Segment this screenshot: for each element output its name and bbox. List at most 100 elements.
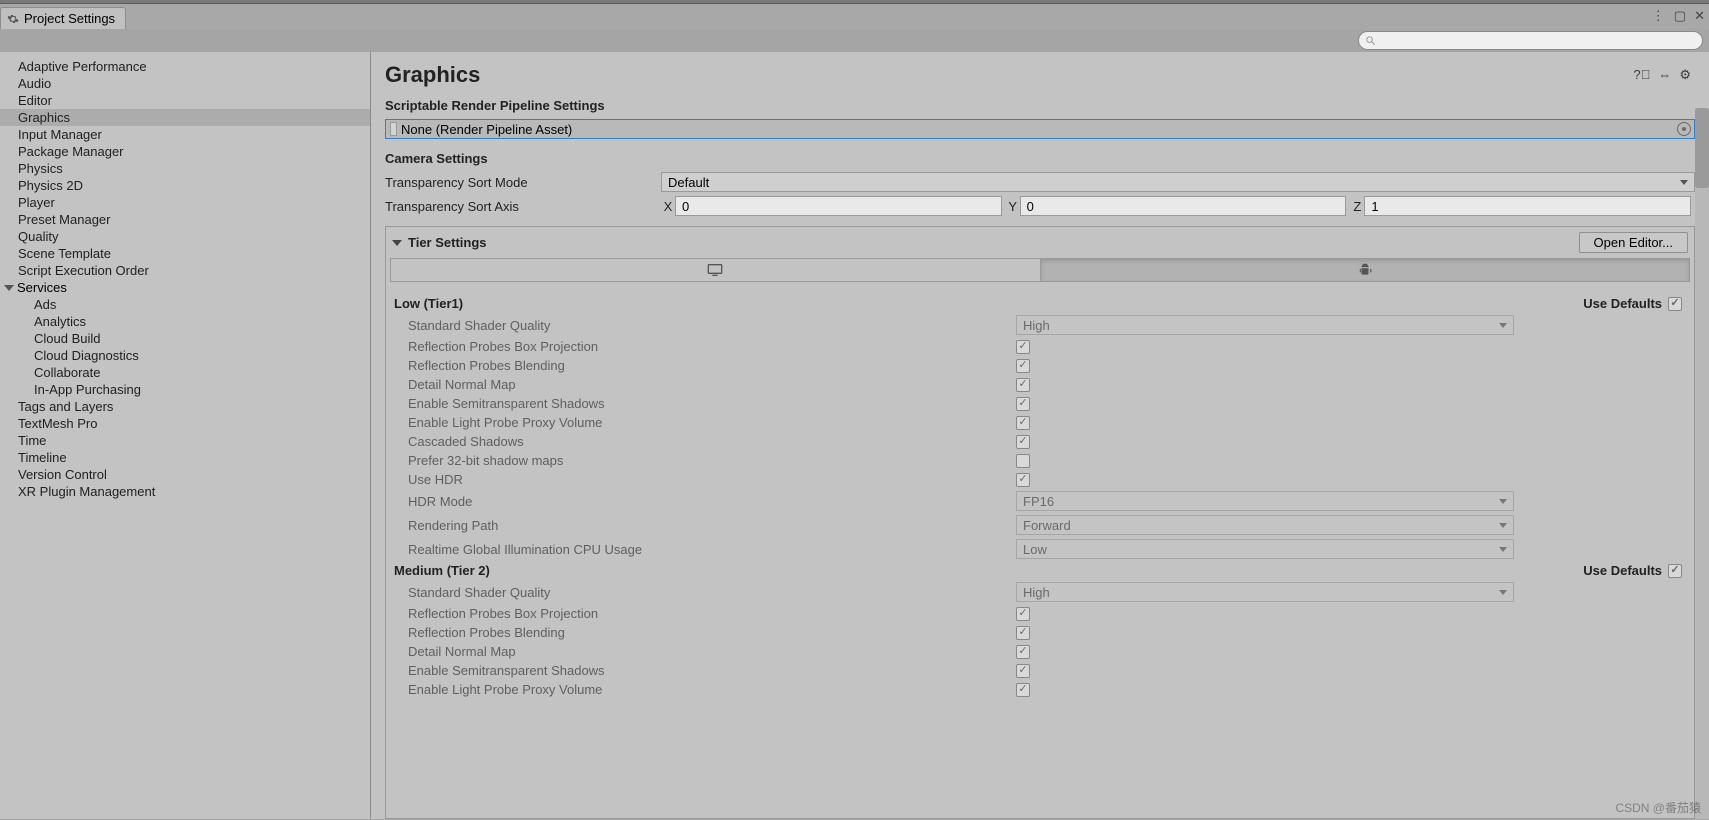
sidebar-item-textmesh-pro[interactable]: TextMesh Pro (0, 415, 370, 432)
sidebar-item-cloud-diagnostics[interactable]: Cloud Diagnostics (0, 347, 370, 364)
tier-tab-android[interactable] (1041, 258, 1691, 282)
tab-bar: Project Settings ⋮ ▢ ✕ (0, 4, 1709, 29)
tier-prop-checkbox[interactable] (1016, 473, 1030, 487)
chevron-down-icon (1499, 547, 1507, 552)
sidebar-item-player[interactable]: Player (0, 194, 370, 211)
search-row (0, 29, 1709, 52)
tier-prop-checkbox[interactable] (1016, 454, 1030, 468)
sidebar-item-ads[interactable]: Ads (0, 296, 370, 313)
tier-prop-row: Realtime Global Illumination CPU UsageLo… (386, 537, 1694, 561)
sidebar-item-collaborate[interactable]: Collaborate (0, 364, 370, 381)
tier-prop-checkbox[interactable] (1016, 378, 1030, 392)
tier-prop-dropdown[interactable]: Low (1016, 539, 1514, 559)
tier-prop-label: Reflection Probes Blending (408, 625, 1016, 640)
transparency-sort-mode-label: Transparency Sort Mode (385, 175, 661, 190)
page-title: Graphics (385, 62, 480, 88)
sidebar-item-in-app-purchasing[interactable]: In-App Purchasing (0, 381, 370, 398)
collapse-icon[interactable]: ⇔ (1658, 67, 1671, 83)
sidebar-item-package-manager[interactable]: Package Manager (0, 143, 370, 160)
help-icon[interactable]: ?⃝ (1633, 67, 1650, 83)
chevron-down-icon (1499, 323, 1507, 328)
tier-prop-checkbox[interactable] (1016, 626, 1030, 640)
tier-prop-label: Reflection Probes Box Projection (408, 339, 1016, 354)
tier-prop-row: Prefer 32-bit shadow maps (386, 451, 1694, 470)
tier-prop-dropdown[interactable]: Forward (1016, 515, 1514, 535)
object-picker-icon[interactable] (1677, 122, 1691, 136)
tier-prop-label: Enable Light Probe Proxy Volume (408, 415, 1016, 430)
scrollbar-thumb[interactable] (1695, 108, 1709, 188)
sidebar-item-graphics[interactable]: Graphics (0, 109, 370, 126)
sidebar-item-cloud-build[interactable]: Cloud Build (0, 330, 370, 347)
tier-prop-checkbox[interactable] (1016, 340, 1030, 354)
sidebar-item-script-execution-order[interactable]: Script Execution Order (0, 262, 370, 279)
use-defaults-checkbox[interactable] (1668, 564, 1682, 578)
sidebar-item-time[interactable]: Time (0, 432, 370, 449)
tier-tab-desktop[interactable] (390, 258, 1041, 282)
sidebar-item-preset-manager[interactable]: Preset Manager (0, 211, 370, 228)
tier-prop-checkbox[interactable] (1016, 416, 1030, 430)
tier-prop-checkbox[interactable] (1016, 607, 1030, 621)
tab-project-settings[interactable]: Project Settings (0, 7, 126, 29)
tier-prop-checkbox[interactable] (1016, 359, 1030, 373)
tier-prop-row: Cascaded Shadows (386, 432, 1694, 451)
tier-prop-label: Realtime Global Illumination CPU Usage (408, 542, 1016, 557)
srp-heading: Scriptable Render Pipeline Settings (371, 94, 1709, 117)
close-icon[interactable]: ✕ (1694, 8, 1705, 24)
sidebar-item-version-control[interactable]: Version Control (0, 466, 370, 483)
tier-prop-checkbox[interactable] (1016, 645, 1030, 659)
use-defaults-label: Use Defaults (1583, 296, 1662, 311)
tier-prop-row: Rendering PathForward (386, 513, 1694, 537)
tier-prop-label: Detail Normal Map (408, 644, 1016, 659)
watermark-text: CSDN @番茄猿 (1615, 799, 1701, 816)
foldout-icon[interactable] (392, 240, 402, 246)
sidebar-item-analytics[interactable]: Analytics (0, 313, 370, 330)
tier-prop-checkbox[interactable] (1016, 664, 1030, 678)
tier-prop-checkbox[interactable] (1016, 435, 1030, 449)
use-defaults-checkbox[interactable] (1668, 297, 1682, 311)
sidebar-item-physics[interactable]: Physics (0, 160, 370, 177)
axis-z-input[interactable]: 1 (1364, 196, 1691, 216)
axis-z-label: Z (1350, 199, 1364, 214)
sidebar-item-timeline[interactable]: Timeline (0, 449, 370, 466)
srp-asset-value: None (Render Pipeline Asset) (401, 122, 572, 137)
tier-prop-dropdown[interactable]: FP16 (1016, 491, 1514, 511)
tier-prop-label: Enable Semitransparent Shadows (408, 396, 1016, 411)
android-icon (1358, 263, 1372, 277)
sidebar-item-audio[interactable]: Audio (0, 75, 370, 92)
tier-prop-label: HDR Mode (408, 494, 1016, 509)
object-marker-icon (390, 122, 397, 136)
vertical-scrollbar[interactable] (1695, 108, 1709, 819)
tier-header: Low (Tier1)Use Defaults (386, 294, 1694, 313)
sidebar-item-editor[interactable]: Editor (0, 92, 370, 109)
axis-y-label: Y (1006, 199, 1020, 214)
tier-prop-dropdown[interactable]: High (1016, 582, 1514, 602)
chevron-down-icon (4, 285, 14, 291)
tier-prop-checkbox[interactable] (1016, 683, 1030, 697)
tier-prop-row: Enable Semitransparent Shadows (386, 661, 1694, 680)
sidebar-item-input-manager[interactable]: Input Manager (0, 126, 370, 143)
tier-prop-row: Enable Semitransparent Shadows (386, 394, 1694, 413)
sidebar-item-adaptive-performance[interactable]: Adaptive Performance (0, 58, 370, 75)
sidebar-group-services[interactable]: Services (0, 279, 370, 296)
settings-sidebar: Adaptive PerformanceAudioEditorGraphicsI… (0, 52, 371, 819)
preset-gear-icon[interactable]: ⚙ (1679, 67, 1691, 83)
tier-prop-row: Detail Normal Map (386, 642, 1694, 661)
transparency-sort-mode-dropdown[interactable]: Default (661, 172, 1695, 192)
sidebar-item-tags-and-layers[interactable]: Tags and Layers (0, 398, 370, 415)
sidebar-item-xr-plugin-management[interactable]: XR Plugin Management (0, 483, 370, 500)
maximize-icon[interactable]: ▢ (1674, 8, 1686, 24)
tier-prop-row: Standard Shader QualityHigh (386, 580, 1694, 604)
sidebar-item-quality[interactable]: Quality (0, 228, 370, 245)
srp-asset-field[interactable]: None (Render Pipeline Asset) (385, 119, 1695, 139)
tier-prop-dropdown[interactable]: High (1016, 315, 1514, 335)
search-input[interactable] (1358, 31, 1703, 50)
tier-prop-label: Reflection Probes Box Projection (408, 606, 1016, 621)
tier-prop-checkbox[interactable] (1016, 397, 1030, 411)
axis-x-input[interactable]: 0 (675, 196, 1002, 216)
sidebar-item-physics-2d[interactable]: Physics 2D (0, 177, 370, 194)
transparency-sort-axis-label: Transparency Sort Axis (385, 199, 661, 214)
sidebar-item-scene-template[interactable]: Scene Template (0, 245, 370, 262)
kebab-menu-icon[interactable]: ⋮ (1652, 8, 1666, 24)
axis-y-input[interactable]: 0 (1020, 196, 1347, 216)
open-editor-button[interactable]: Open Editor... (1579, 232, 1689, 253)
